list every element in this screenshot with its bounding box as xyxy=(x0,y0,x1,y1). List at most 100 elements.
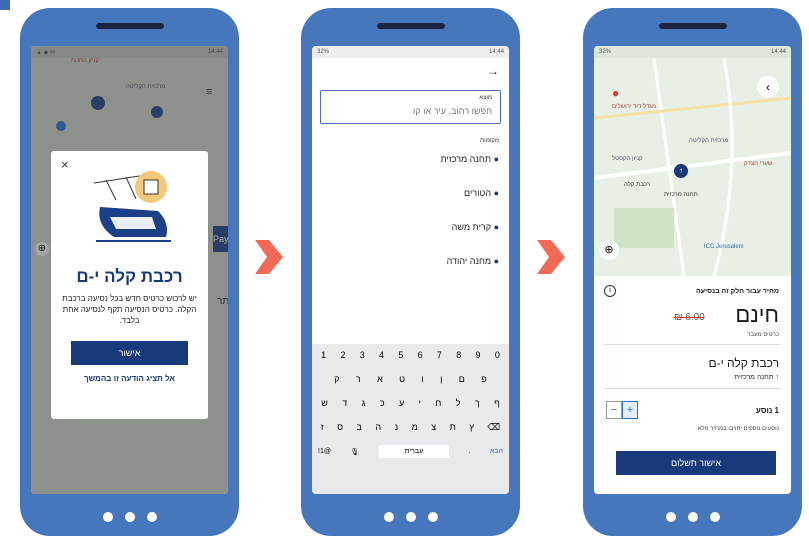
light-rail-illustration xyxy=(93,171,171,242)
phone-frame-1: ▲ ◆ ✉ 14:44 קניון החנות מרכזית הקליטה ≡ … xyxy=(20,8,239,536)
passengers-note: נוסעים נוספים יחויבו במחיר מלא xyxy=(697,426,779,432)
corner-accent xyxy=(0,0,10,10)
pager-dot xyxy=(102,512,113,522)
key[interactable]: . xyxy=(469,448,471,455)
list-item[interactable]: ● הטורים xyxy=(372,188,499,222)
locate-icon[interactable]: ⊕ xyxy=(599,240,619,260)
key[interactable]: ח xyxy=(435,398,441,408)
remove-passenger-button[interactable]: − xyxy=(606,401,622,419)
key[interactable]: ו xyxy=(421,374,423,384)
key[interactable]: ק xyxy=(334,374,339,384)
keyboard-row-2: ש ד ג כ ע י ח ל ך ף xyxy=(312,384,509,408)
divider xyxy=(604,344,781,345)
key[interactable]: ז xyxy=(321,422,324,433)
key[interactable]: כ xyxy=(380,398,385,408)
back-chevron-icon[interactable]: ‹ xyxy=(757,76,779,98)
key[interactable]: ל xyxy=(456,398,461,408)
speaker-grille xyxy=(658,23,727,29)
map-label: תחנה מרכזית xyxy=(664,192,698,198)
route-title: רכבת קלה י-ם xyxy=(708,356,779,370)
key[interactable]: ך xyxy=(475,398,480,408)
key[interactable]: ג xyxy=(362,398,366,408)
map-label: מגדל דוד ירושלים xyxy=(612,104,657,110)
key[interactable]: ן xyxy=(440,374,442,384)
key[interactable]: 8 xyxy=(456,350,461,360)
divider xyxy=(604,388,781,389)
price-old: ₪ 6.00 xyxy=(674,312,705,323)
key[interactable]: י xyxy=(419,398,421,408)
key[interactable]: ץ xyxy=(469,422,474,433)
key[interactable]: נ xyxy=(395,422,399,433)
next-step-arrow-icon xyxy=(537,240,565,274)
microphone-icon[interactable]: 🎙 xyxy=(350,448,359,456)
key[interactable]: ה xyxy=(375,422,381,433)
map-label: ICC Jerusalem xyxy=(704,244,744,250)
list-item[interactable]: ● מחנה יהודה xyxy=(372,256,499,290)
phone-screen-2: 32% 14:44 → מוצא חפשו רחוב, עיר או קו מ ק… xyxy=(312,46,509,494)
key[interactable]: 0 xyxy=(495,350,500,360)
key[interactable]: 1 xyxy=(321,350,326,360)
key[interactable]: 2 xyxy=(340,350,345,360)
key[interactable]: א xyxy=(377,374,383,384)
key[interactable]: ף xyxy=(494,398,500,408)
origin-field[interactable]: מוצא חפשו רחוב, עיר או קו xyxy=(320,90,501,124)
key[interactable]: 9 xyxy=(476,350,481,360)
map-label: שערי הצדק xyxy=(744,161,773,167)
battery-level: 32% xyxy=(317,49,330,55)
key[interactable]: פ xyxy=(481,374,487,384)
pager-dots xyxy=(20,512,239,522)
pager-dots xyxy=(583,512,802,522)
current-stop-icon[interactable]: ↑ xyxy=(674,164,688,178)
pager-dot xyxy=(665,512,676,522)
key[interactable]: ט xyxy=(399,374,405,384)
key[interactable]: ב xyxy=(357,422,362,433)
close-icon[interactable]: × xyxy=(61,157,69,172)
phone-frame-2: 32% 14:44 → מוצא חפשו רחוב, עיר או קו מ ק… xyxy=(301,8,520,536)
key[interactable]: ם xyxy=(459,374,465,384)
confirm-button[interactable]: אישור xyxy=(71,341,188,365)
pager-dot xyxy=(427,512,438,522)
backspace-icon[interactable]: ⌫ xyxy=(487,422,500,433)
key[interactable]: 6 xyxy=(418,350,423,360)
symbols-key[interactable]: !1@ xyxy=(318,448,331,455)
map-view[interactable]: 32% 14:44 ‹ ● מגדל דוד ירושלים מרכזית הק… xyxy=(594,46,791,276)
key[interactable]: 3 xyxy=(360,350,365,360)
origin-input[interactable]: חפשו רחוב, עיר או קו xyxy=(413,106,492,116)
key[interactable]: מ xyxy=(412,422,418,433)
status-time: 14:44 xyxy=(488,49,504,55)
origin-label: מוצא xyxy=(479,95,492,101)
list-item[interactable]: ● קרית משה xyxy=(372,222,499,256)
popup-title: רכבת קלה י-ם xyxy=(76,267,183,286)
key[interactable]: ש xyxy=(321,398,328,408)
key[interactable]: ת xyxy=(450,422,456,433)
key[interactable]: 4 xyxy=(379,350,384,360)
keyboard-bottom-row: !1@ 🎙 עברית . הבא xyxy=(312,433,509,458)
map-view[interactable]: ▲ ◆ ✉ 14:44 קניון החנות מרכזית הקליטה ≡ … xyxy=(31,46,228,494)
add-passenger-button[interactable]: + xyxy=(622,401,638,419)
keyboard-number-row: 1 2 3 4 5 6 7 8 9 0 xyxy=(312,344,509,360)
map-label: קניון הקסטל xyxy=(612,156,643,162)
passenger-count: 1 נוסע xyxy=(755,406,779,415)
key[interactable]: ר xyxy=(356,374,361,384)
phone-screen-3: 32% 14:44 ‹ ● מגדל דוד ירושלים מרכזית הק… xyxy=(594,46,791,494)
list-item[interactable]: ● תחנה מרכזית xyxy=(372,154,499,188)
key[interactable]: ע xyxy=(399,398,404,408)
place-dot-icon: ● xyxy=(493,188,499,198)
location-pin-icon[interactable]: ● xyxy=(612,86,619,100)
key[interactable]: 7 xyxy=(437,350,442,360)
price-free: חינם xyxy=(735,302,779,327)
confirm-payment-button[interactable]: אישור תשלום xyxy=(616,451,776,475)
key[interactable]: 5 xyxy=(398,350,403,360)
key[interactable]: ס xyxy=(337,422,343,433)
info-icon[interactable]: i xyxy=(604,285,616,297)
back-arrow-icon[interactable]: → xyxy=(487,64,499,78)
enter-key[interactable]: הבא xyxy=(490,448,503,455)
pager-dot xyxy=(687,512,698,522)
pager-dot xyxy=(146,512,157,522)
key[interactable]: צ xyxy=(431,422,436,433)
speaker-grille xyxy=(376,23,445,29)
phone-screen-1: ▲ ◆ ✉ 14:44 קניון החנות מרכזית הקליטה ≡ … xyxy=(31,46,228,494)
key[interactable]: ד xyxy=(342,398,347,408)
space-key[interactable]: עברית xyxy=(378,445,450,458)
dont-show-again-link[interactable]: אל תציג הודעה זו בהמשך xyxy=(81,373,178,384)
